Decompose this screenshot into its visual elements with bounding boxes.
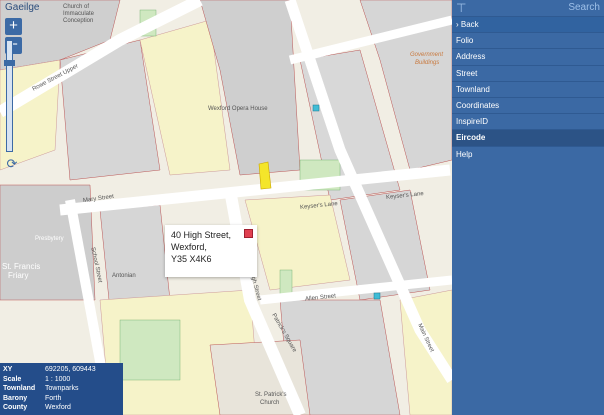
info-key: Scale bbox=[3, 375, 22, 383]
zoom-slider-handle[interactable] bbox=[4, 59, 15, 66]
map-application: Church of Immaculate Conception Rowe Str… bbox=[0, 0, 604, 415]
sidebar-header: ⊤ Search bbox=[452, 0, 604, 16]
info-key: Barony bbox=[3, 394, 28, 402]
zoom-in-button[interactable]: + bbox=[5, 18, 22, 35]
sidebar-item-coordinates[interactable]: Coordinates bbox=[452, 96, 604, 113]
sidebar-item-help[interactable]: Help bbox=[452, 145, 604, 162]
info-key: County bbox=[3, 404, 28, 411]
popup-eircode: Y35 X4K6 bbox=[171, 254, 212, 264]
popup-address-line2: Wexford, bbox=[171, 242, 207, 252]
map-canvas[interactable] bbox=[0, 0, 452, 415]
info-value: Townparks bbox=[45, 385, 79, 392]
search-sidebar: ⊤ Search › Back Folio Address Street Tow… bbox=[452, 0, 604, 415]
address-popup: 40 High Street, Wexford, Y35 X4K6 bbox=[165, 225, 257, 277]
landmark-label-antonian: Antonian bbox=[112, 273, 136, 279]
refresh-icon[interactable]: ⟳ bbox=[5, 157, 19, 171]
info-row: Scale 1 : 1000 bbox=[3, 375, 120, 385]
back-button[interactable]: › Back bbox=[452, 16, 604, 33]
landmark-label-friary: St. Francis bbox=[2, 262, 41, 271]
sidebar-item-address[interactable]: Address bbox=[452, 48, 604, 64]
sidebar-item-folio[interactable]: Folio bbox=[452, 32, 604, 48]
popup-close-icon[interactable] bbox=[244, 229, 253, 238]
sidebar-item-inspireid[interactable]: InspireID bbox=[452, 113, 604, 129]
info-value: 692205, 609443 bbox=[45, 366, 96, 373]
search-label[interactable]: Search bbox=[568, 2, 600, 13]
landmark-label-opera-house: Wexford Opera House bbox=[208, 106, 268, 112]
church-label-line3: Conception bbox=[63, 18, 94, 24]
church-label: Church of bbox=[63, 4, 90, 10]
info-row: Townland Townparks bbox=[3, 384, 120, 394]
info-value: 1 : 1000 bbox=[45, 375, 71, 383]
info-key: XY bbox=[3, 366, 13, 373]
language-toggle-link[interactable]: Gaeilge bbox=[5, 2, 39, 13]
landmark-label-presbytery: Presbytery bbox=[35, 236, 64, 242]
info-key: Townland bbox=[3, 385, 36, 392]
info-value: Forth bbox=[45, 394, 62, 402]
landmark-label-government: Government bbox=[410, 52, 444, 58]
info-row: County Wexford bbox=[3, 403, 120, 413]
landmark-label-st-patricks-line2: Church bbox=[260, 400, 280, 406]
landmark-label-government-line2: Buildings bbox=[415, 60, 440, 66]
back-label: Back bbox=[460, 20, 479, 29]
sidebar-item-townland[interactable]: Townland bbox=[452, 80, 604, 97]
sidebar-item-eircode[interactable]: Eircode bbox=[452, 129, 604, 146]
church-label-line2: Immaculate bbox=[63, 11, 95, 17]
pin-icon[interactable]: ⊤ bbox=[456, 1, 466, 15]
landmark-label-friary-line2: Friary bbox=[8, 271, 29, 280]
info-row: XY 692205, 609443 bbox=[3, 365, 120, 375]
info-row: Barony Forth bbox=[3, 394, 120, 404]
zoom-slider[interactable] bbox=[4, 40, 15, 152]
popup-address-line1: 40 High Street, bbox=[171, 230, 232, 240]
location-info-panel: XY 692205, 609443 Scale 1 : 1000 Townlan… bbox=[0, 363, 123, 415]
sidebar-item-street[interactable]: Street bbox=[452, 64, 604, 81]
landmark-label-st-patricks: St. Patrick's bbox=[255, 392, 287, 398]
info-value: Wexford bbox=[45, 404, 71, 411]
map-view[interactable]: Church of Immaculate Conception Rowe Str… bbox=[0, 0, 452, 415]
